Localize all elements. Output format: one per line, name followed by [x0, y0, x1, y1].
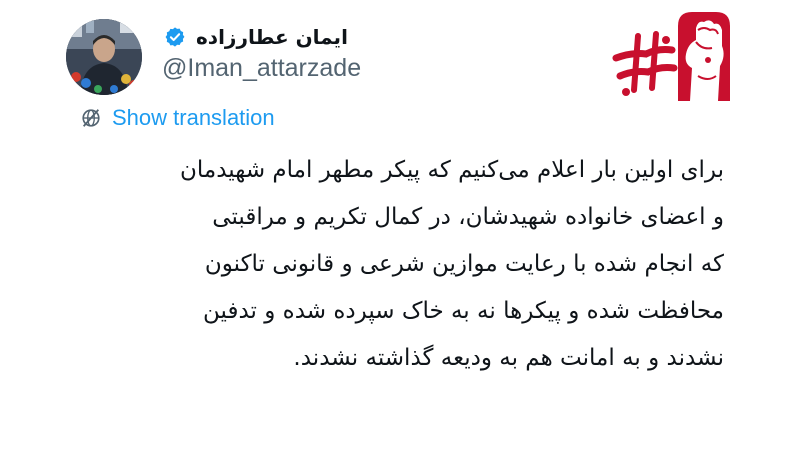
avatar[interactable] — [66, 19, 142, 95]
avatar-photo — [66, 19, 142, 95]
tweet-line: که انجام شده با رعایت موازین شرعی و قانو… — [204, 251, 724, 277]
show-translation-label: Show translation — [112, 105, 275, 130]
tweet-line: نشدند و به امانت هم به ودیعه گذاشته نشدن… — [293, 345, 724, 371]
show-translation-link[interactable]: Show translation — [80, 104, 275, 132]
display-name-row[interactable]: ایمان عطارزاده — [160, 22, 400, 52]
tweet-text: برای اولین بار اعلام می‌کنیم که پیکر مطه… — [60, 147, 724, 382]
fist-silhouette-logo-icon — [612, 12, 730, 101]
globe-slash-icon — [82, 109, 100, 127]
tweet-line: محافظت شده و پیکرها نه به خاک سپرده شده … — [203, 298, 724, 324]
user-handle[interactable]: @Iman_attarzade — [162, 54, 361, 83]
display-name[interactable]: ایمان عطارزاده — [196, 25, 348, 49]
tweet-line: برای اولین بار اعلام می‌کنیم که پیکر مطه… — [179, 157, 724, 183]
user-info[interactable]: ایمان عطارزاده @Iman_attarzade — [160, 20, 400, 90]
verified-badge-icon — [165, 27, 185, 47]
channel-logo — [612, 6, 734, 104]
tweet-line: و اعضای خانواده شهیدشان، در کمال تکریم و… — [212, 204, 724, 230]
